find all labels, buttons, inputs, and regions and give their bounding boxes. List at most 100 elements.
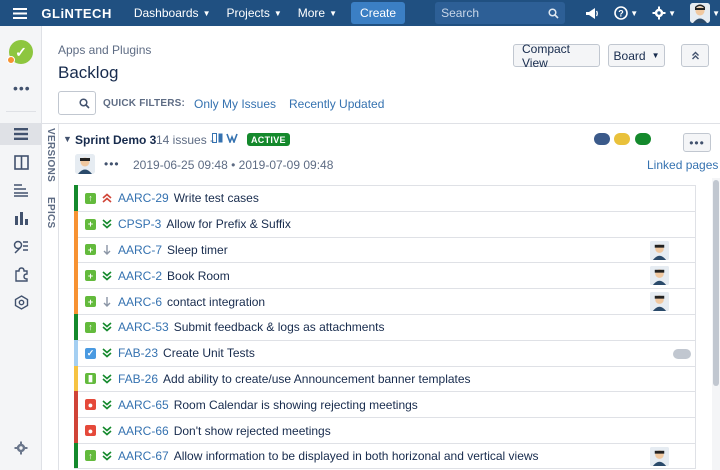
components-icon[interactable] — [11, 292, 31, 312]
app-logo[interactable]: GLiNTECH — [41, 6, 111, 21]
issues-search-icon[interactable] — [11, 236, 31, 256]
lowest-priority-icon — [101, 219, 113, 229]
epic-color-bar — [74, 442, 78, 468]
header-divider — [42, 123, 720, 124]
issue-summary: Room Calendar is showing rejecting meeti… — [173, 397, 418, 412]
help-icon[interactable]: ? ▼ — [614, 6, 638, 20]
filter-recently-updated[interactable]: Recently Updated — [289, 97, 384, 111]
epic-color-bar — [74, 365, 78, 392]
nav-dashboards[interactable]: Dashboards ▼ — [126, 0, 219, 26]
nav-projects[interactable]: Projects ▼ — [218, 0, 289, 26]
issue-row[interactable]: + AARC-6 contact integration — [74, 288, 696, 314]
issue-row[interactable]: ↑ AARC-29 Write test cases — [74, 185, 696, 211]
puzzle-icon[interactable] — [11, 264, 31, 284]
search-input[interactable]: Search — [435, 2, 566, 24]
sprint-board-icon[interactable] — [212, 133, 223, 143]
estimate-badge — [673, 348, 691, 359]
sprint-issue-count: 14 issues - — [156, 133, 215, 147]
user-profile[interactable]: ▼ — [690, 3, 720, 23]
issue-key[interactable]: CPSP-3 — [118, 217, 161, 231]
avatar[interactable] — [75, 154, 95, 174]
sprint-dates: 2019-06-25 09:48 • 2019-07-09 09:48 — [133, 158, 333, 172]
issue-row[interactable]: ↑ AARC-53 Submit feedback & logs as attach… — [74, 313, 696, 340]
project-settings-icon[interactable] — [11, 438, 31, 458]
gear-icon[interactable]: ▼ — [652, 6, 676, 20]
task-type-icon: ✓ — [85, 347, 96, 359]
epic-color-bar — [74, 288, 78, 314]
date-separator: • — [231, 158, 236, 172]
issue-row[interactable]: ▮ FAB-26 Add ability to create/use Announc… — [74, 365, 696, 392]
issue-key[interactable]: AARC-2 — [118, 269, 162, 283]
project-avatar[interactable]: ✓ — [7, 40, 33, 64]
board-dropdown-button[interactable]: Board ▼ — [608, 44, 665, 67]
collapse-header-button[interactable] — [681, 44, 709, 67]
issue-key[interactable]: AARC-65 — [118, 398, 169, 412]
issue-row[interactable]: ● AARC-65 Room Calendar is showing rejecti… — [74, 391, 696, 418]
board-icon[interactable] — [11, 152, 31, 172]
issue-key[interactable]: AARC-7 — [118, 243, 162, 257]
low-priority-icon — [101, 296, 113, 308]
create-button[interactable]: Create — [351, 2, 406, 24]
story-type-icon: ↑ — [85, 321, 96, 333]
assignee-avatar[interactable] — [650, 446, 669, 466]
chevron-down-icon[interactable]: ▼ — [63, 134, 72, 144]
assignee-avatar[interactable] — [650, 292, 669, 312]
issue-row[interactable]: + CPSP-3 Allow for Prefix & Suffix — [74, 210, 696, 237]
compact-view-button[interactable]: Compact View — [513, 42, 600, 70]
epic-color-bar — [74, 339, 78, 366]
sprint-end-date: 2019-07-09 09:48 — [238, 158, 334, 172]
scrollbar-thumb[interactable] — [713, 180, 719, 386]
sprint-more-button[interactable]: ••• — [683, 133, 711, 152]
backlog-icon[interactable] — [0, 123, 42, 145]
issue-row[interactable]: ↑ AARC-67 Allow information to be displaye… — [74, 442, 696, 469]
tab-epics[interactable]: EPICS — [42, 195, 59, 231]
filter-only-my-issues[interactable]: Only My Issues — [194, 97, 276, 111]
new-feature-type-icon: + — [85, 218, 96, 230]
epic-color-bar — [74, 313, 78, 340]
issue-key[interactable]: AARC-66 — [118, 424, 169, 438]
lowest-priority-icon — [101, 374, 113, 384]
status-pill-in-progress — [614, 133, 630, 145]
releases-icon[interactable] — [11, 180, 31, 200]
sprint-icons — [212, 133, 238, 143]
sidebar-divider — [6, 111, 36, 112]
issue-row[interactable]: + AARC-7 Sleep timer — [74, 236, 696, 263]
epic-color-bar — [74, 262, 78, 289]
issue-row[interactable]: ✓ FAB-23 Create Unit Tests — [74, 339, 696, 366]
megaphone-icon[interactable] — [585, 7, 600, 20]
assignee-avatar[interactable] — [650, 266, 669, 286]
issue-summary: Add ability to create/use Announcement b… — [163, 371, 471, 386]
issue-key[interactable]: AARC-6 — [118, 295, 162, 309]
issue-key[interactable]: FAB-23 — [118, 346, 158, 360]
issue-key[interactable]: AARC-67 — [118, 449, 169, 463]
issue-key[interactable]: AARC-53 — [118, 320, 169, 334]
confluence-icon[interactable] — [226, 133, 238, 143]
issue-summary: Allow for Prefix & Suffix — [166, 217, 291, 232]
issue-summary: Don't show rejected meetings — [173, 423, 331, 438]
issue-row[interactable]: + AARC-2 Book Room — [74, 262, 696, 289]
status-pill-todo — [594, 133, 610, 145]
linked-pages-link[interactable]: Linked pages — [647, 158, 718, 172]
issue-summary: Create Unit Tests — [163, 346, 255, 361]
issue-list: ↑ AARC-29 Write test cases + CPSP-3 Allow for… — [74, 185, 696, 469]
issue-summary: Submit feedback & logs as attachments — [173, 320, 385, 335]
issue-key[interactable]: FAB-26 — [118, 372, 158, 386]
more-icon[interactable]: ••• — [13, 80, 31, 96]
issue-key[interactable]: AARC-29 — [118, 191, 169, 205]
breadcrumb[interactable]: Apps and Plugins — [58, 43, 151, 57]
chevron-down-icon: ▼ — [273, 8, 282, 18]
nav-more[interactable]: More ▼ — [290, 0, 345, 26]
sprint-start-date: 2019-06-25 09:48 — [133, 158, 228, 172]
menu-icon[interactable] — [0, 0, 39, 26]
issue-summary: contact integration — [167, 294, 266, 309]
issue-row[interactable]: ● AARC-66 Don't show rejected meetings — [74, 417, 696, 443]
reports-icon[interactable] — [11, 208, 31, 228]
new-feature-type-icon: + — [85, 270, 96, 282]
sprint-actions-icon[interactable]: ••• — [104, 157, 120, 171]
tab-versions[interactable]: VERSIONS — [42, 128, 59, 182]
filter-search-input[interactable] — [58, 91, 96, 115]
story-type-icon: ↑ — [85, 192, 96, 204]
assignee-avatar[interactable] — [650, 240, 669, 260]
double-chevron-up-icon — [691, 51, 699, 60]
search-icon — [79, 97, 90, 109]
